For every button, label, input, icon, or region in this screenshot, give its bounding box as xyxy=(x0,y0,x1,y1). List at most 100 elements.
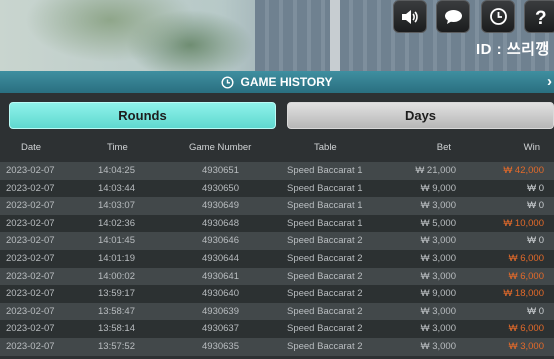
cell-win: ₩ 10,000 xyxy=(503,217,544,229)
chat-bubble-icon xyxy=(444,9,462,24)
table-row[interactable]: 2023-02-07 14:03:44 4930650 Speed Baccar… xyxy=(0,179,554,198)
table-row[interactable]: 2023-02-07 13:59:17 4930640 Speed Baccar… xyxy=(0,285,554,303)
cell-bet: ₩ 3,000 xyxy=(420,305,456,317)
cell-bet: ₩ 3,000 xyxy=(420,340,456,352)
cell-game-number: 4930641 xyxy=(202,270,239,282)
cell-game-number: 4930637 xyxy=(202,323,239,335)
cell-bet: ₩ 3,000 xyxy=(420,252,456,264)
cell-win: ₩ 0 xyxy=(527,200,544,212)
cell-time: 14:02:36 xyxy=(98,217,135,229)
cell-bet: ₩ 21,000 xyxy=(415,165,456,176)
cell-time: 14:03:07 xyxy=(98,200,135,212)
cell-game-number: 4930646 xyxy=(202,235,239,247)
cell-bet: ₩ 9,000 xyxy=(420,182,456,194)
cell-win: ₩ 42,000 xyxy=(503,165,544,176)
cell-bet: ₩ 3,000 xyxy=(420,235,456,247)
table-row[interactable]: 2023-02-07 13:58:14 4930637 Speed Baccar… xyxy=(0,320,554,338)
table-row[interactable]: 2023-02-07 14:04:25 4930651 Speed Baccar… xyxy=(0,162,554,180)
chat-button[interactable] xyxy=(436,0,470,33)
help-button[interactable]: ? xyxy=(524,0,554,33)
cell-time: 14:04:25 xyxy=(98,165,135,176)
cell-table: Speed Baccarat 2 xyxy=(287,305,363,317)
table-row[interactable]: 2023-02-07 13:57:52 4930635 Speed Baccar… xyxy=(0,337,554,356)
svg-text:?: ? xyxy=(535,8,547,27)
tab-rounds[interactable]: Rounds xyxy=(9,102,276,129)
cell-game-number: 4930650 xyxy=(202,182,239,194)
question-icon: ? xyxy=(535,8,547,27)
cell-date: 2023-02-07 xyxy=(6,340,55,352)
cell-win: ₩ 3,000 xyxy=(508,340,544,352)
cell-win: ₩ 0 xyxy=(527,182,544,194)
cell-bet: ₩ 9,000 xyxy=(420,288,456,300)
table-header: Date Time Game Number Table Bet Win xyxy=(0,142,554,159)
cell-date: 2023-02-07 xyxy=(6,200,55,212)
cell-game-number: 4930644 xyxy=(202,252,239,264)
table-row[interactable]: 2023-02-07 14:01:19 4930644 Speed Baccar… xyxy=(0,249,554,268)
cell-table: Speed Baccarat 2 xyxy=(287,270,363,282)
table-row[interactable]: 2023-02-07 13:58:47 4930639 Speed Baccar… xyxy=(0,302,554,321)
cell-time: 14:01:19 xyxy=(98,252,135,264)
chevron-right-icon[interactable]: › xyxy=(547,73,552,90)
history-clock-icon xyxy=(221,75,234,89)
table-row[interactable]: 2023-02-07 14:00:02 4930641 Speed Baccar… xyxy=(0,267,554,286)
cell-date: 2023-02-07 xyxy=(6,323,55,335)
cell-date: 2023-02-07 xyxy=(6,305,55,317)
table-row[interactable]: 2023-02-07 14:02:36 4930648 Speed Baccar… xyxy=(0,214,554,233)
cell-win: ₩ 6,000 xyxy=(508,270,544,282)
speaker-icon xyxy=(402,9,418,24)
cell-win: ₩ 18,000 xyxy=(503,288,544,300)
table-row[interactable]: 2023-02-07 14:03:07 4930649 Speed Baccar… xyxy=(0,197,554,215)
cell-win: ₩ 6,000 xyxy=(508,323,544,335)
cell-time: 13:59:17 xyxy=(98,288,135,300)
cell-bet: ₩ 5,000 xyxy=(420,217,456,229)
game-history-header: GAME HISTORY › xyxy=(0,71,554,93)
table-row[interactable]: 2023-02-07 14:01:45 4930646 Speed Baccar… xyxy=(0,232,554,250)
backdrop-pole xyxy=(330,0,340,72)
sound-button[interactable] xyxy=(393,0,427,33)
cell-date: 2023-02-07 xyxy=(6,288,55,300)
column-header-time: Time xyxy=(107,142,128,153)
game-backdrop xyxy=(0,0,554,72)
cell-table: Speed Baccarat 1 xyxy=(287,165,363,176)
cell-table: Speed Baccarat 1 xyxy=(287,200,363,212)
cell-game-number: 4930635 xyxy=(202,340,239,352)
history-button[interactable] xyxy=(481,0,515,33)
cell-table: Speed Baccarat 2 xyxy=(287,235,363,247)
cell-date: 2023-02-07 xyxy=(6,217,55,229)
column-header-bet: Bet xyxy=(436,142,451,153)
cell-game-number: 4930640 xyxy=(202,288,239,300)
cell-table: Speed Baccarat 2 xyxy=(287,323,363,335)
cell-game-number: 4930651 xyxy=(202,165,239,176)
cell-time: 14:03:44 xyxy=(98,182,135,194)
cell-bet: ₩ 3,000 xyxy=(420,200,456,212)
cell-table: Speed Baccarat 2 xyxy=(287,288,363,300)
panel-title: GAME HISTORY xyxy=(240,75,333,89)
cell-game-number: 4930649 xyxy=(202,200,239,212)
history-panel: Rounds Days Date Time Game Number Table … xyxy=(0,93,554,359)
column-header-win: Win xyxy=(523,142,540,153)
cell-time: 13:58:47 xyxy=(98,305,135,317)
cell-time: 14:01:45 xyxy=(98,235,135,247)
cell-win: ₩ 6,000 xyxy=(508,252,544,264)
tab-days[interactable]: Days xyxy=(287,102,554,129)
cell-time: 13:57:52 xyxy=(98,340,135,352)
history-clock-icon xyxy=(489,8,507,25)
cell-date: 2023-02-07 xyxy=(6,182,55,194)
cell-table: Speed Baccarat 1 xyxy=(287,182,363,194)
column-header-table: Table xyxy=(314,142,337,153)
cell-table: Speed Baccarat 1 xyxy=(287,217,363,229)
user-id-label: ID : 쓰리깽 xyxy=(476,41,550,58)
cell-bet: ₩ 3,000 xyxy=(420,323,456,335)
cell-date: 2023-02-07 xyxy=(6,235,55,247)
column-header-date: Date xyxy=(21,142,42,153)
history-table: 2023-02-07 14:04:25 4930651 Speed Baccar… xyxy=(0,162,554,356)
column-header-game-number: Game Number xyxy=(189,142,252,153)
cell-date: 2023-02-07 xyxy=(6,270,55,282)
cell-win: ₩ 0 xyxy=(527,235,544,247)
cell-game-number: 4930648 xyxy=(202,217,239,229)
cell-date: 2023-02-07 xyxy=(6,165,55,176)
cell-date: 2023-02-07 xyxy=(6,252,55,264)
cell-bet: ₩ 3,000 xyxy=(420,270,456,282)
cell-win: ₩ 0 xyxy=(527,305,544,317)
cell-game-number: 4930639 xyxy=(202,305,239,317)
